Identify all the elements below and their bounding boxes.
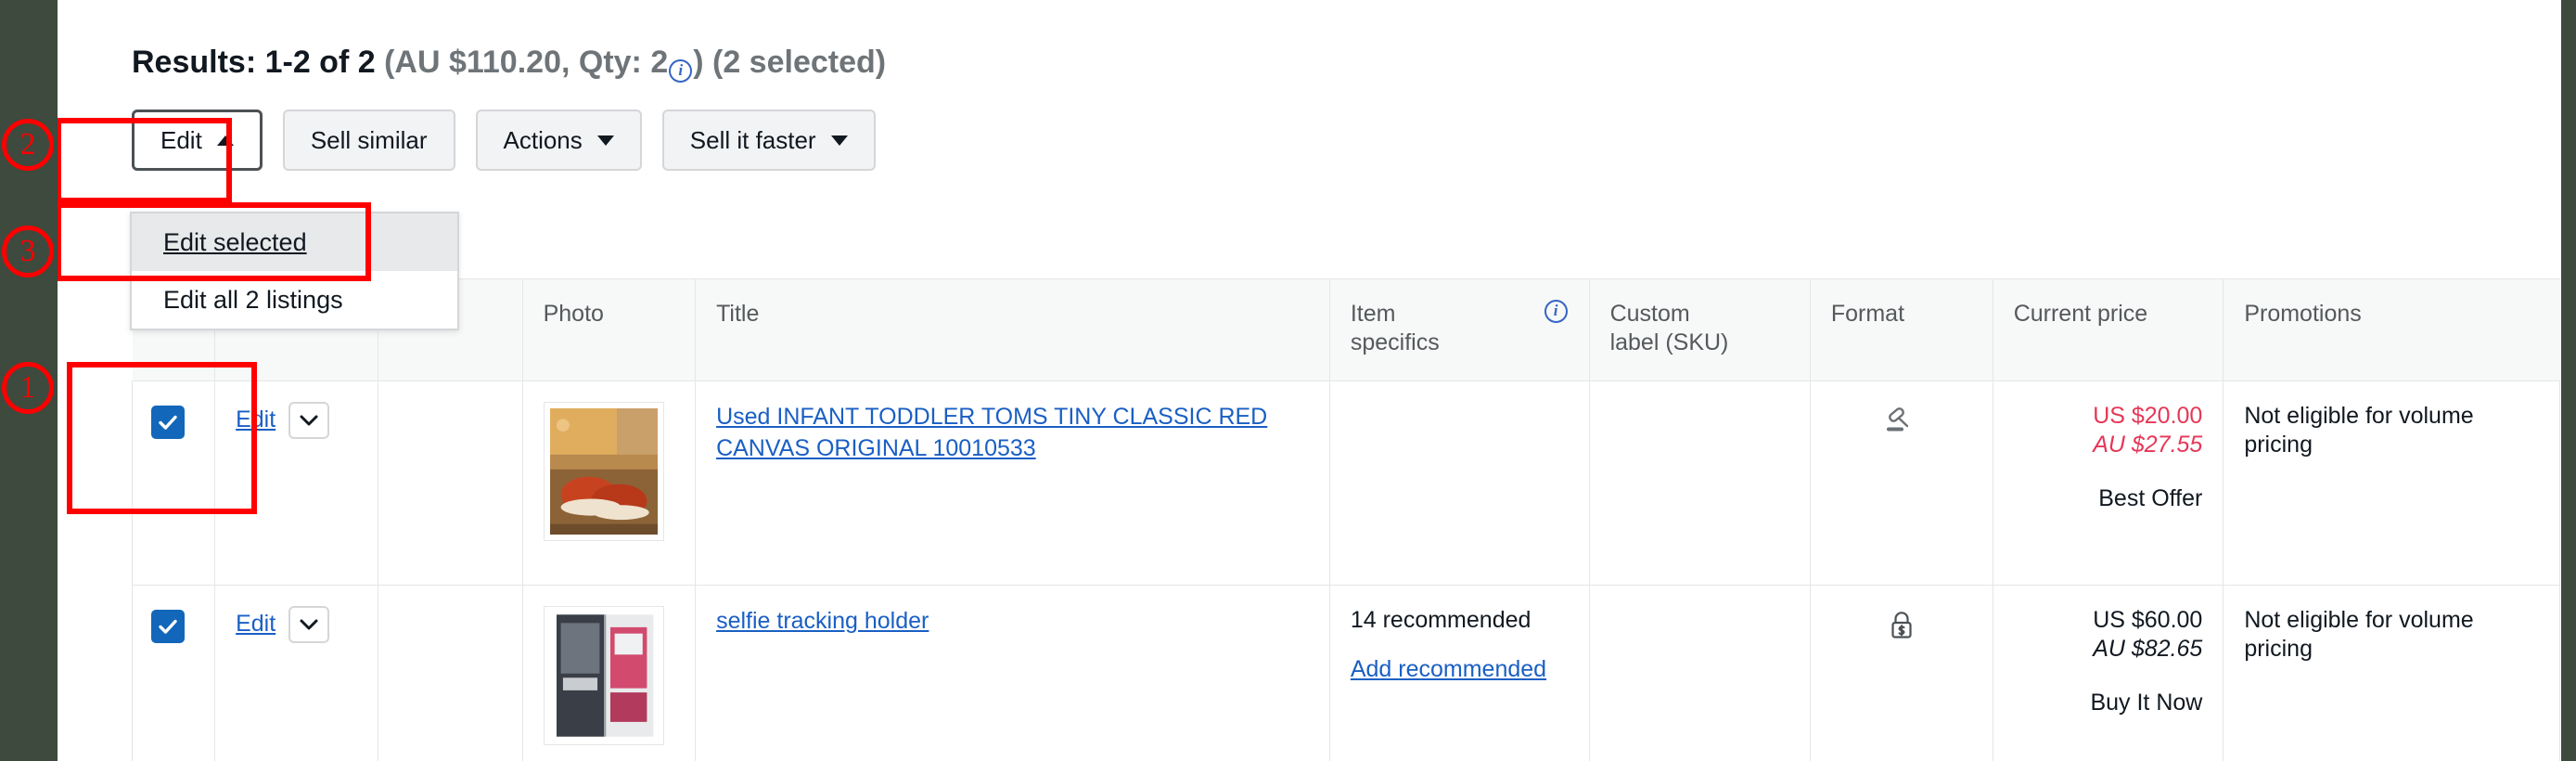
listing-title-link[interactable]: Used INFANT TODDLER TOMS TINY CLASSIC RE… [716,404,1267,461]
column-promotions[interactable]: Promotions [2223,278,2560,381]
table-header-row: Photo Title Item specifics i Custom label… [132,278,2560,381]
row-spacer-cell [378,380,523,586]
info-icon[interactable]: i [1544,300,1568,323]
listing-thumbnail[interactable] [543,606,664,745]
column-photo[interactable]: Photo [521,278,697,381]
row-format-cell [1809,585,1993,761]
chevron-down-icon [300,415,318,426]
recommended-count: 14 recommended [1350,607,1532,633]
row-edit-dropdown-button[interactable] [288,402,330,439]
row-item-specifics-cell [1328,380,1590,586]
check-icon [159,415,177,430]
chevron-down-icon [830,135,848,146]
sell-similar-label: Sell similar [310,125,428,154]
row-promotions-cell: Not eligible for volume pricing [2223,380,2560,586]
product-photo-selfie-holder [549,613,658,739]
lock-dollar-buy-it-now-icon [1891,612,1912,638]
row-edit-cell: Edit [214,585,379,761]
column-title[interactable]: Title [695,278,1330,381]
row-spacer-cell [378,585,523,761]
column-item-specifics-label: Item specifics [1350,301,1440,355]
sell-it-faster-label: Sell it faster [689,125,816,154]
add-recommended-link[interactable]: Add recommended [1351,656,1546,682]
row-price-cell: US $20.00 AU $27.55 Best Offer [1992,380,2224,586]
row-photo-cell [521,380,697,586]
column-custom-label-line2: label (SKU) [1609,329,1729,355]
row-custom-label-cell [1588,380,1811,586]
edit-button-label: Edit [160,125,202,154]
annotation-marker-2: 2 [2,119,54,171]
row-edit-cell: Edit [214,380,379,586]
row-edit-link[interactable]: Edit [236,610,276,638]
column-custom-label-line1: Custom [1609,301,1690,327]
row-edit-link[interactable]: Edit [236,406,276,434]
price-usd: US $20.00 [2093,403,2203,429]
page-title: Results: 1-2 of 2 (AU $110.20, Qty: 2 i) … [132,45,886,83]
bulk-actions-toolbar: Edit Sell similar Actions Sell it faster [132,110,876,171]
edit-button[interactable]: Edit [132,110,263,171]
table-row: Edit [131,585,2560,761]
listing-thumbnail[interactable] [543,402,664,541]
menu-item-edit-selected[interactable]: Edit selected [132,213,457,271]
results-summary: (AU $110.20, Qty: 2 [384,45,669,80]
row-edit-dropdown-button[interactable] [288,606,330,643]
check-icon [159,619,177,634]
listing-format-label: Buy It Now [2090,689,2203,716]
row-checkbox[interactable] [151,406,185,439]
table-row: Edit [131,380,2560,586]
results-count: Results: 1-2 of 2 [132,45,376,80]
menu-item-edit-all-listings[interactable]: Edit all 2 listings [132,271,457,329]
chevron-down-icon [300,619,318,630]
edit-dropdown-menu: Edit selected Edit all 2 listings [130,212,459,330]
row-price-cell: US $60.00 AU $82.65 Buy It Now [1992,585,2224,761]
price-aud: AU $27.55 [2093,432,2203,458]
sell-similar-button[interactable]: Sell similar [282,110,455,171]
row-promotions-cell: Not eligible for volume pricing [2223,585,2560,761]
price-usd: US $60.00 [2093,607,2203,633]
column-current-price[interactable]: Current price [1992,278,2224,381]
listings-table: Photo Title Item specifics i Custom label… [131,278,2560,761]
row-custom-label-cell [1588,585,1811,761]
actions-button[interactable]: Actions [475,110,642,171]
row-checkbox-cell [131,380,216,586]
listing-title-link[interactable]: selfie tracking holder [716,608,929,634]
gavel-auction-icon [1886,407,1908,432]
table-header: Photo Title Item specifics i Custom label… [132,278,2560,381]
caret-up-icon [216,135,234,146]
row-checkbox-cell [131,585,216,761]
table-body: Edit Used INFANT TODDLER TOMS TINY CLASS… [131,380,2560,761]
promotions-status: Not eligible for volume pricing [2244,403,2474,458]
chevron-down-icon [596,135,614,146]
info-icon[interactable]: i [669,58,693,83]
listing-format-label: Best Offer [2098,484,2203,511]
results-summary-tail: ) (2 selected) [693,45,887,80]
row-format-cell [1809,380,1993,586]
actions-label: Actions [503,125,583,154]
row-checkbox[interactable] [151,610,185,643]
row-photo-cell [521,585,697,761]
sell-it-faster-button[interactable]: Sell it faster [661,110,876,171]
annotation-marker-3: 3 [2,226,54,277]
row-item-specifics-cell: 14 recommended Add recommended [1328,585,1590,761]
row-title-cell: selfie tracking holder [695,585,1330,761]
column-item-specifics[interactable]: Item specifics i [1328,278,1590,381]
price-aud: AU $82.65 [2093,636,2203,663]
row-title-cell: Used INFANT TODDLER TOMS TINY CLASSIC RE… [695,380,1330,586]
annotation-marker-1: 1 [2,362,54,414]
listings-page: Results: 1-2 of 2 (AU $110.20, Qty: 2 i) … [58,0,2567,761]
promotions-status: Not eligible for volume pricing [2244,607,2474,663]
product-photo-shoes [549,408,658,535]
column-custom-label[interactable]: Custom label (SKU) [1588,278,1811,381]
column-format[interactable]: Format [1809,278,1993,381]
